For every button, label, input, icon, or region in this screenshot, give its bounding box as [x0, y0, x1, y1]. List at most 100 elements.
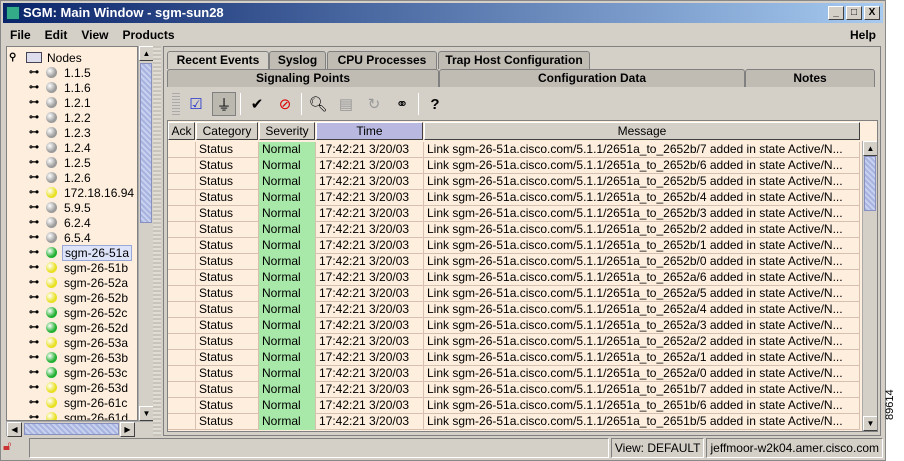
tree-node[interactable]: ⊶ sgm-26-53b — [29, 350, 130, 365]
menu-products[interactable]: Products — [115, 25, 181, 44]
table-row[interactable]: Status Normal 17:42:21 3/20/03 Link sgm-26-… — [168, 414, 860, 430]
toolbar-grip[interactable] — [172, 93, 180, 115]
column-header-message[interactable]: Message — [424, 122, 860, 140]
tree-node[interactable]: ⊶ 1.1.5 — [29, 65, 93, 80]
column-header-category[interactable]: Category — [196, 122, 258, 140]
node-tree[interactable]: ⚲ Nodes ⊶ 1.1.5 ⊶ 1.1.6 ⊶ 1.2.1 ⊶ 1.2.2 ⊶ 1.2.3 ⊶ 1… — [6, 46, 138, 421]
table-row[interactable]: Status Normal 17:42:21 3/20/03 Link sgm-26-… — [168, 238, 860, 254]
help-icon[interactable]: ? — [423, 92, 447, 116]
node-key-icon[interactable]: ⊶ — [29, 217, 43, 228]
node-key-icon[interactable]: ⊶ — [29, 67, 43, 78]
node-key-icon[interactable]: ⊶ — [29, 142, 43, 153]
tree-node[interactable]: ⊶ 1.1.6 — [29, 80, 93, 95]
table-row[interactable]: Status Normal 17:42:21 3/20/03 Link sgm-26-… — [168, 286, 860, 302]
tab-trap-host-configuration[interactable]: Trap Host Configuration — [438, 51, 590, 69]
select-all-icon[interactable]: ☑ — [184, 92, 208, 116]
tab-notes[interactable]: Notes — [745, 69, 875, 87]
maximize-button[interactable]: □ — [846, 6, 862, 20]
tree-node[interactable]: ⊶ sgm-26-61d — [29, 410, 130, 420]
table-row[interactable]: Status Normal 17:42:21 3/20/03 Link sgm-26-… — [168, 254, 860, 270]
column-header-time[interactable]: Time — [316, 122, 423, 140]
close-button[interactable]: X — [864, 6, 880, 20]
menu-help[interactable]: Help — [843, 25, 883, 44]
scroll-right-button[interactable]: ▶ — [120, 422, 135, 437]
tree-node[interactable]: ⊶ sgm-26-52d — [29, 320, 130, 335]
node-key-icon[interactable]: ⊶ — [29, 82, 43, 93]
table-row[interactable]: Status Normal 17:42:21 3/20/03 Link sgm-26-… — [168, 350, 860, 366]
table-vertical-scrollbar[interactable]: ▲ ▼ — [862, 141, 877, 431]
node-key-icon[interactable]: ⊶ — [29, 292, 43, 303]
expand-key-icon[interactable]: ⚲ — [9, 52, 23, 63]
node-key-icon[interactable]: ⊶ — [29, 202, 43, 213]
node-key-icon[interactable]: ⊶ — [29, 322, 43, 333]
table-row[interactable]: Status Normal 17:42:21 3/20/03 Link sgm-26-… — [168, 302, 860, 318]
tab-recent-events[interactable]: Recent Events — [167, 51, 269, 69]
node-key-icon[interactable]: ⊶ — [29, 127, 43, 138]
node-key-icon[interactable]: ⊶ — [29, 352, 43, 363]
tree-node[interactable]: ⊶ sgm-26-52c — [29, 305, 129, 320]
column-header-ack[interactable]: Ack — [168, 122, 195, 140]
tree-node[interactable]: ⊶ sgm-26-51a — [29, 244, 133, 261]
tree-node[interactable]: ⊶ 5.9.5 — [29, 200, 93, 215]
tree-root[interactable]: ⚲ Nodes — [9, 50, 82, 65]
menu-edit[interactable]: Edit — [38, 25, 75, 44]
tree-node[interactable]: ⊶ 1.2.5 — [29, 155, 93, 170]
tab-cpu-processes[interactable]: CPU Processes — [327, 51, 437, 69]
tab-signaling-points[interactable]: Signaling Points — [167, 69, 439, 87]
table-row[interactable]: Status Normal 17:42:21 3/20/03 Link sgm-26-… — [168, 334, 860, 350]
table-row[interactable]: Status Normal 17:42:21 3/20/03 Link sgm-26-… — [168, 174, 860, 190]
node-key-icon[interactable]: ⊶ — [29, 382, 43, 393]
menu-file[interactable]: File — [3, 25, 38, 44]
node-key-icon[interactable]: ⊶ — [29, 187, 43, 198]
node-key-icon[interactable]: ⊶ — [29, 157, 43, 168]
table-row[interactable]: Status Normal 17:42:21 3/20/03 Link sgm-26-… — [168, 382, 860, 398]
h-scroll-thumb[interactable] — [24, 423, 119, 435]
node-key-icon[interactable]: ⊶ — [29, 172, 43, 183]
node-key-icon[interactable]: ⊶ — [29, 412, 43, 420]
column-header-severity[interactable]: Severity — [259, 122, 315, 140]
tree-node[interactable]: ⊶ sgm-26-53d — [29, 380, 130, 395]
find-icon[interactable]: ⚭ — [390, 92, 414, 116]
minimize-button[interactable]: _ — [828, 6, 844, 20]
node-key-icon[interactable]: ⊶ — [29, 277, 43, 288]
table-row[interactable]: Status Normal 17:42:21 3/20/03 Link sgm-26-… — [168, 190, 860, 206]
tree-node[interactable]: ⊶ 1.2.2 — [29, 110, 93, 125]
node-key-icon[interactable]: ⊶ — [29, 112, 43, 123]
menu-view[interactable]: View — [74, 25, 115, 44]
scroll-down-button[interactable]: ▼ — [863, 416, 877, 431]
search-icon[interactable]: 🔍︎ — [306, 92, 330, 116]
tree-node[interactable]: ⊶ 1.2.4 — [29, 140, 93, 155]
acknowledge-icon[interactable]: ✔ — [245, 92, 269, 116]
tree-node[interactable]: ⊶ sgm-26-61c — [29, 395, 129, 410]
node-key-icon[interactable]: ⊶ — [29, 307, 43, 318]
tree-node[interactable]: ⊶ sgm-26-52a — [29, 275, 130, 290]
tree-node[interactable]: ⊶ sgm-26-51b — [29, 260, 130, 275]
splitter-handle[interactable] — [153, 46, 161, 436]
scroll-up-button[interactable]: ▲ — [139, 46, 154, 61]
node-key-icon[interactable]: ⊶ — [29, 367, 43, 378]
tree-horizontal-scrollbar[interactable]: ◀ ▶ — [6, 421, 153, 437]
details-icon[interactable]: ▤ — [334, 92, 358, 116]
scroll-up-button[interactable]: ▲ — [863, 141, 877, 156]
table-row[interactable]: Status Normal 17:42:21 3/20/03 Link sgm-26-… — [168, 270, 860, 286]
table-row[interactable]: Status Normal 17:42:21 3/20/03 Link sgm-26-… — [168, 158, 860, 174]
tree-node[interactable]: ⊶ 1.2.6 — [29, 170, 93, 185]
filter-icon[interactable]: ⏚ — [212, 92, 236, 116]
tree-node[interactable]: ⊶ sgm-26-53a — [29, 335, 130, 350]
table-row[interactable]: Status Normal 17:42:21 3/20/03 Link sgm-26-… — [168, 222, 860, 238]
node-key-icon[interactable]: ⊶ — [29, 337, 43, 348]
node-key-icon[interactable]: ⊶ — [29, 262, 43, 273]
table-row[interactable]: Status Normal 17:42:21 3/20/03 Link sgm-26-… — [168, 318, 860, 334]
refresh-icon[interactable]: ↻ — [362, 92, 386, 116]
node-key-icon[interactable]: ⊶ — [29, 397, 43, 408]
table-row[interactable]: Status Normal 17:42:21 3/20/03 Link sgm-26-… — [168, 366, 860, 382]
scroll-thumb[interactable] — [864, 156, 876, 211]
tree-node[interactable]: ⊶ 172.18.16.94 — [29, 185, 136, 200]
tree-node[interactable]: ⊶ sgm-26-52b — [29, 290, 130, 305]
scroll-thumb[interactable] — [140, 63, 152, 223]
tree-node[interactable]: ⊶ 1.2.1 — [29, 95, 93, 110]
tree-node[interactable]: ⊶ sgm-26-53c — [29, 365, 129, 380]
table-row[interactable]: Status Normal 17:42:21 3/20/03 Link sgm-26-… — [168, 206, 860, 222]
scroll-left-button[interactable]: ◀ — [7, 422, 22, 437]
tree-node[interactable]: ⊶ 6.5.4 — [29, 230, 93, 245]
